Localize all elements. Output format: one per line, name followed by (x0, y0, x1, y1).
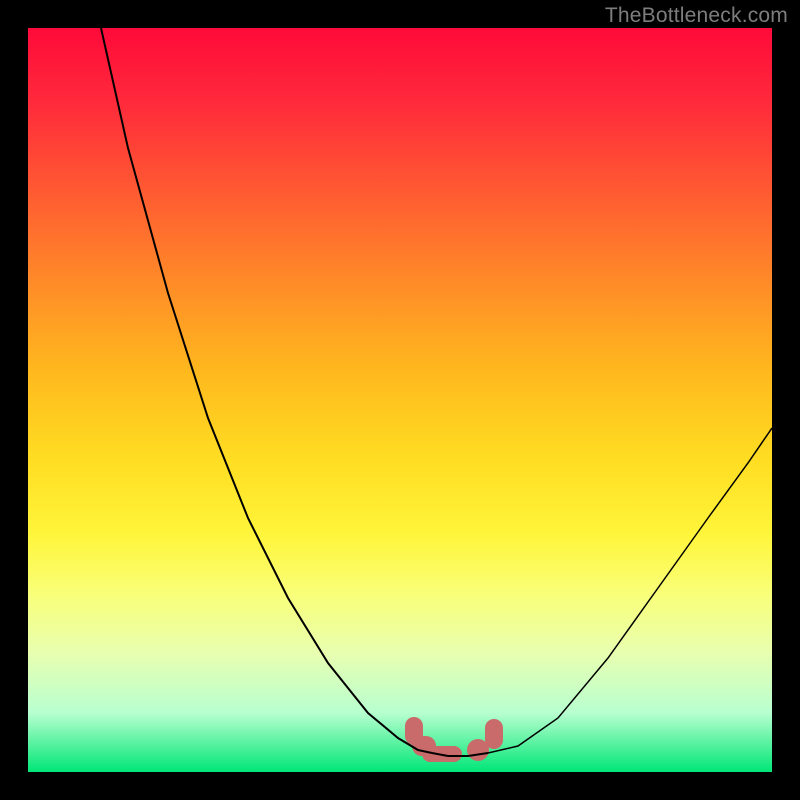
outer-frame: TheBottleneck.com (0, 0, 800, 800)
curve-left (101, 28, 432, 753)
chart-overlay (28, 28, 772, 772)
curve-right (488, 428, 772, 753)
plot-area (28, 28, 772, 772)
marker-blob (485, 719, 503, 749)
attribution-text: TheBottleneck.com (605, 4, 788, 28)
